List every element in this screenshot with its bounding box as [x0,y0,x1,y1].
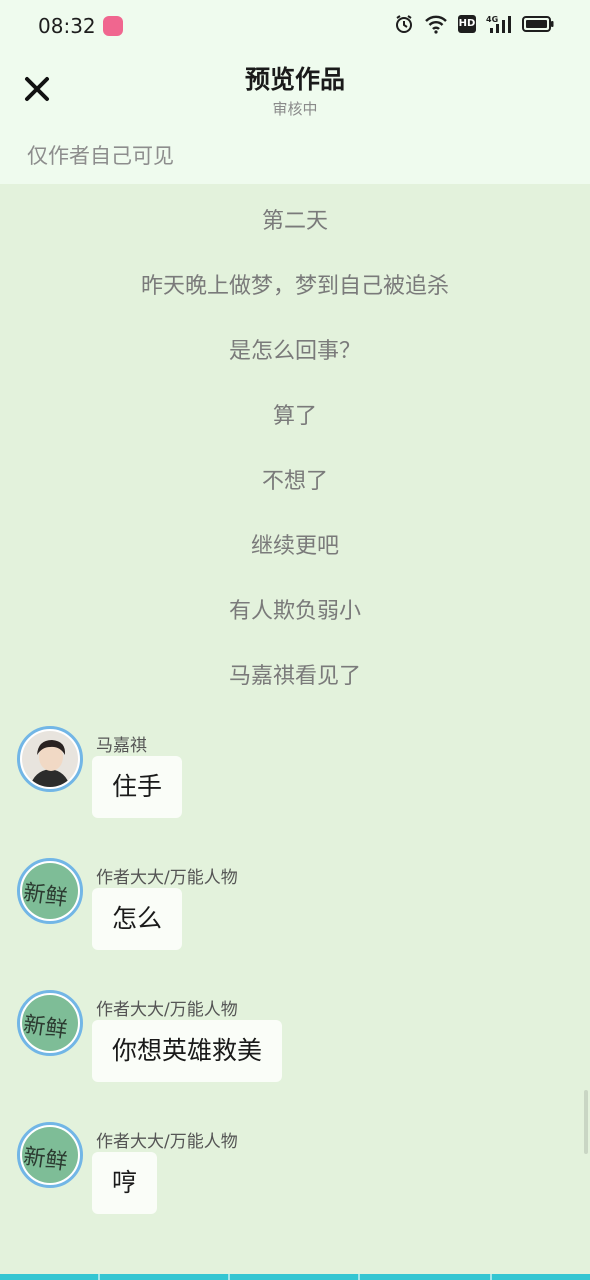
person-portrait-icon [22,731,78,787]
message-bubble[interactable]: 哼 [92,1152,158,1214]
strip-divider [490,1274,492,1280]
svg-text:4G: 4G [486,15,498,24]
chat-message: 马嘉祺 住手 [0,726,590,836]
scrollbar[interactable] [584,1090,588,1154]
narration-line: 昨天晚上做梦，梦到自己被追杀 [140,274,449,299]
bottom-strip [0,1274,590,1280]
status-time: 08:32 [38,14,96,38]
app-notification-icon [103,16,123,36]
narration-line: 是怎么回事？ [228,339,361,364]
narration-line: 第二天 [261,209,328,234]
narration-line: 马嘉祺看见了 [228,664,361,689]
message-bubble[interactable]: 你想英雄救美 [92,1020,283,1082]
battery-icon [522,16,554,32]
sender-name: 作者大大/万能人物 [96,868,238,888]
svg-text:新鲜: 新鲜 [22,1012,69,1043]
chat-message: 新鲜 作者大大/万能人物 哼 [0,1122,590,1232]
status-bar: 08:32 HD 4G [0,0,590,52]
author-avatar: 新鲜 [22,1127,78,1183]
narration-line: 不想了 [261,469,328,494]
message-bubble[interactable]: 怎么 [92,888,183,950]
author-avatar: 新鲜 [22,863,78,919]
author-avatar-graphic: 新鲜 [22,1144,69,1175]
sender-name: 作者大大/万能人物 [96,1132,238,1152]
sender-name: 作者大大/万能人物 [96,1000,238,1020]
character-photo-avatar [22,731,78,787]
signal-4g-icon: 4G [486,15,511,33]
message-bubble[interactable]: 住手 [92,756,183,818]
author-avatar-graphic: 新鲜 [22,880,69,911]
narration-line: 算了 [272,404,317,429]
author-avatar-graphic: 新鲜 [22,1012,69,1043]
strip-divider [98,1274,100,1280]
hd-icon: HD [458,15,476,33]
sender-name: 马嘉祺 [96,736,147,756]
svg-text:新鲜: 新鲜 [22,1144,69,1175]
narration-line: 继续更吧 [250,534,339,559]
chat-message: 新鲜 作者大大/万能人物 你想英雄救美 [0,990,590,1100]
header-area: 08:32 HD 4G 预览作品 审核中 仅作者自己可见 [0,0,590,184]
review-status: 审核中 [272,100,318,118]
svg-text:新鲜: 新鲜 [22,880,69,911]
narration-line: 有人欺负弱小 [228,599,361,624]
visibility-note: 仅作者自己可见 [27,144,174,168]
status-icons: HD 4G [394,14,554,34]
avatar[interactable]: 新鲜 [17,858,83,924]
avatar[interactable] [17,726,83,792]
strip-divider [228,1274,230,1280]
strip-divider [358,1274,360,1280]
page-title: 预览作品 [244,65,345,94]
author-avatar: 新鲜 [22,995,78,1051]
chat-message: 新鲜 作者大大/万能人物 怎么 [0,858,590,968]
wifi-icon [425,15,447,34]
alarm-icon [396,15,412,33]
avatar[interactable]: 新鲜 [17,1122,83,1188]
avatar[interactable]: 新鲜 [17,990,83,1056]
